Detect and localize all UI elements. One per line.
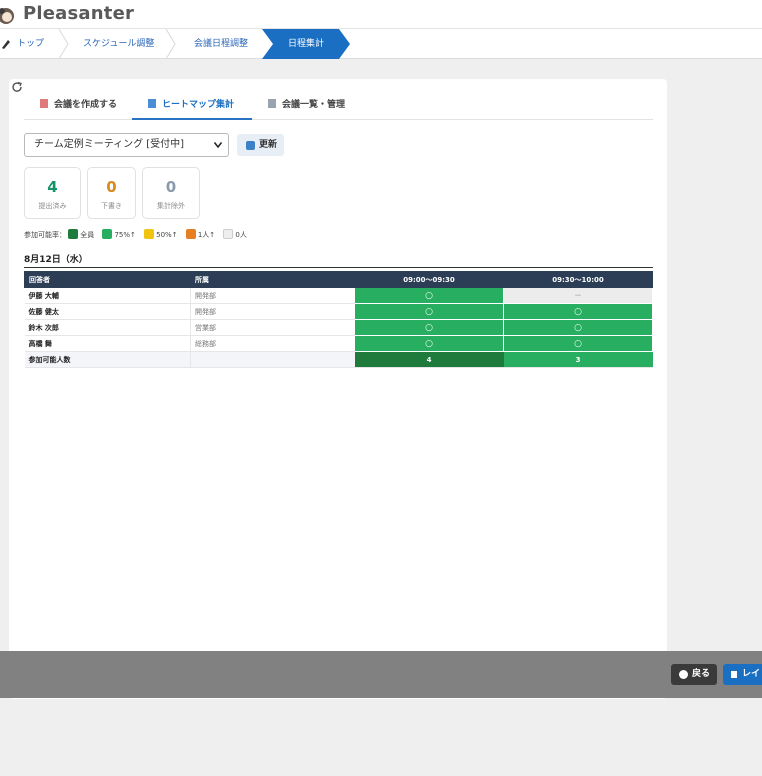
table-row: 伊藤 大輔 開発部 ○ − — [24, 287, 653, 304]
respondent-dept: 営業部 — [190, 319, 355, 336]
chevron-right-icon — [165, 29, 176, 59]
legend-item: 0人 — [223, 229, 247, 239]
respondent-name: 鈴木 次郎 — [24, 319, 191, 336]
heatmap-table: 回答者 所属 09:00〜09:30 09:30〜10:00 伊藤 大輔 開発部… — [24, 271, 653, 368]
meeting-select[interactable]: チーム定例ミーティング [受付中] — [24, 133, 229, 157]
column-header: 09:00〜09:30 — [354, 271, 504, 288]
respondent-name: 高橋 舞 — [24, 335, 191, 352]
back-arrow-icon — [679, 670, 688, 679]
tab-meeting-list[interactable]: 会議一覧・管理 — [268, 98, 345, 118]
app-logo-text[interactable]: Pleasanter — [23, 3, 134, 24]
total-count: 3 — [503, 351, 653, 368]
tab-create-meeting[interactable]: 会議を作成する — [40, 98, 117, 118]
table-header-row: 回答者 所属 09:00〜09:30 09:30〜10:00 — [24, 271, 653, 288]
legend-item: 1人↑ — [185, 229, 215, 239]
legend-title: 参加可能率： — [24, 231, 66, 239]
column-header: 09:30〜10:00 — [503, 271, 653, 288]
pencil-icon — [2, 40, 10, 49]
total-row: 参加可能人数 4 3 — [24, 351, 653, 368]
respondent-dept: 開発部 — [190, 287, 355, 304]
stat-value: 4 — [47, 178, 58, 196]
table-row: 高橋 舞 総務部 ○ ○ — [24, 335, 653, 352]
layout-button[interactable]: レイ — [723, 664, 762, 685]
heatmap-legend: 参加可能率： 全員 75%↑ 50%↑ 1人↑ 0人 — [24, 229, 253, 241]
availability-cell: ○ — [354, 303, 504, 320]
respondent-name: 伊藤 大輔 — [24, 287, 191, 304]
availability-cell: ○ — [354, 287, 504, 304]
back-button[interactable]: 戻る — [671, 664, 717, 685]
availability-cell: ○ — [503, 303, 653, 320]
update-button-label: 更新 — [259, 140, 278, 150]
save-icon — [731, 671, 737, 678]
logo-icon — [0, 8, 14, 24]
respondent-dept: 総務部 — [190, 335, 355, 352]
bar-chart-icon — [148, 99, 156, 108]
stat-excluded: 0 集計除外 — [142, 167, 200, 219]
tab-label: ヒートマップ集計 — [162, 100, 235, 110]
respondent-dept: 開発部 — [190, 303, 355, 320]
app-header: Pleasanter — [0, 0, 762, 29]
column-header: 所属 — [190, 271, 355, 288]
date-divider — [24, 267, 653, 268]
breadcrumb-item-top[interactable]: トップ — [17, 29, 44, 59]
chevron-right-icon — [58, 29, 69, 59]
active-tab-indicator — [132, 118, 252, 120]
tab-divider — [24, 119, 653, 120]
chevron-down-icon — [214, 142, 222, 148]
breadcrumb-item-schedule[interactable]: スケジュール調整 — [83, 29, 154, 59]
availability-cell: ○ — [354, 319, 504, 336]
legend-item: 全員 — [68, 229, 94, 239]
respondent-name: 佐藤 健太 — [24, 303, 191, 320]
legend-item: 75%↑ — [102, 229, 136, 239]
update-button[interactable]: 更新 — [237, 134, 284, 156]
layout-button-label: レイ — [742, 669, 761, 679]
stat-value: 0 — [106, 178, 117, 196]
breadcrumb-item-summary[interactable]: 日程集計 — [288, 29, 324, 59]
table-row: 佐藤 健太 開発部 ○ ○ — [24, 303, 653, 320]
tab-heatmap[interactable]: ヒートマップ集計 — [148, 98, 234, 118]
total-count: 4 — [354, 351, 504, 368]
stat-label: 提出済み — [38, 202, 67, 210]
tab-label: 会議一覧・管理 — [282, 100, 346, 110]
stat-submitted: 4 提出済み — [24, 167, 81, 219]
stat-draft: 0 下書き — [87, 167, 136, 219]
legend-item: 50%↑ — [144, 229, 178, 239]
total-label: 参加可能人数 — [24, 351, 191, 368]
stat-label: 下書き — [101, 202, 122, 210]
availability-cell: − — [503, 287, 653, 304]
tab-label: 会議を作成する — [54, 100, 118, 110]
refresh-icon[interactable] — [10, 80, 24, 94]
footer-bar — [0, 651, 762, 698]
meeting-select-value: チーム定例ミーティング [受付中] — [34, 139, 185, 150]
stat-label: 集計除外 — [157, 202, 185, 210]
stat-value: 0 — [165, 178, 177, 196]
total-spacer — [190, 351, 355, 368]
breadcrumb: トップ スケジュール調整 会議日程調整 日程集計 — [0, 29, 762, 59]
back-button-label: 戻る — [692, 669, 711, 679]
availability-cell: ○ — [354, 335, 504, 352]
availability-cell: ○ — [503, 335, 653, 352]
column-header: 回答者 — [24, 271, 191, 288]
refresh-icon — [246, 141, 255, 150]
table-row: 鈴木 次郎 営業部 ○ ○ — [24, 319, 653, 336]
breadcrumb-item-meeting[interactable]: 会議日程調整 — [194, 29, 248, 59]
availability-cell: ○ — [503, 319, 653, 336]
list-icon — [268, 99, 276, 108]
document-edit-icon — [40, 99, 48, 108]
date-heading: 8月12日（水） — [24, 255, 88, 265]
